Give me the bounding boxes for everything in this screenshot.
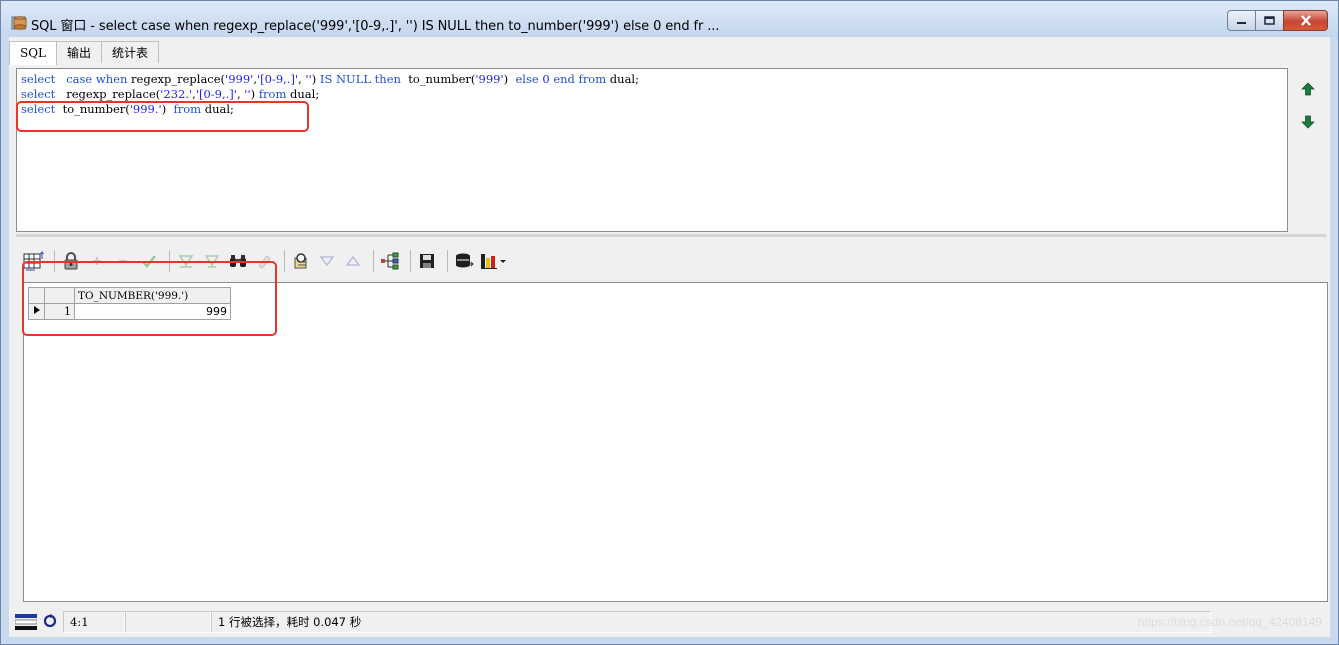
status-empty-cell (125, 611, 211, 633)
code-token: '[0-9,.]' (195, 87, 237, 101)
query-by-example-button[interactable] (290, 250, 312, 272)
cursor-position: 4:1 (63, 611, 125, 633)
tab-statistics[interactable]: 统计表 (101, 41, 160, 63)
floppy-disk-icon (420, 254, 434, 268)
status-message: 1 行被选择，耗时 0.047 秒 (211, 611, 1211, 633)
triangle-down-icon (319, 256, 335, 267)
code-token: when (95, 72, 128, 86)
tab-bar: SQL 输出 统计表 (9, 41, 160, 65)
code-token: regexp_replace( (127, 72, 226, 86)
code-token: '[0-9,.]' (256, 72, 299, 86)
code-token: else (515, 72, 539, 86)
sql-editor[interactable]: select case when regexp_replace('999','[… (16, 68, 1288, 232)
bar-chart-icon (481, 254, 506, 269)
code-token: ) (311, 72, 320, 86)
tree-icon (381, 252, 399, 270)
watermark: https://blog.csdn.net/qq_42408149 (1137, 615, 1322, 629)
code-token: select (21, 72, 56, 86)
code-token: '999' (475, 72, 504, 86)
code-token: regexp_replace( (55, 87, 161, 101)
editor-side-panel (1288, 68, 1328, 232)
maximize-icon (1264, 16, 1275, 25)
database-export-icon (456, 253, 474, 268)
highlight-sql-box (16, 101, 309, 132)
close-icon (1300, 15, 1311, 26)
code-token: to_number( (400, 72, 476, 86)
next-page-button[interactable] (316, 250, 338, 272)
previous-page-button[interactable] (342, 250, 364, 272)
window-list-icon[interactable] (15, 613, 37, 631)
query-icon (294, 253, 307, 269)
code-token: dual; (606, 72, 639, 86)
code-token: from (258, 87, 287, 101)
window-title: SQL 窗口 - select case when regexp_replace… (31, 19, 720, 34)
arrow-down-icon[interactable] (1300, 114, 1316, 130)
code-line[interactable]: select case when regexp_replace('999','[… (21, 72, 639, 87)
minimize-icon (1237, 21, 1246, 24)
title-bar[interactable]: SQL 窗口 - select case when regexp_replace… (1, 1, 1338, 37)
close-button[interactable] (1283, 10, 1328, 31)
save-button[interactable] (416, 250, 438, 272)
minimize-button[interactable] (1227, 10, 1256, 31)
database-window-icon (11, 16, 27, 30)
code-token: end from (553, 72, 607, 86)
code-token: ) (503, 72, 516, 86)
tree-view-button[interactable] (379, 250, 401, 272)
status-bar: 4:1 1 行被选择，耗时 0.047 秒 https://blog.csdn.… (9, 607, 1330, 635)
arrow-up-icon[interactable] (1300, 81, 1316, 97)
code-token: 0 (542, 72, 550, 86)
tab-output[interactable]: 输出 (56, 41, 103, 63)
triangle-up-icon (345, 255, 361, 266)
export-button[interactable] (453, 250, 475, 272)
code-token: dual; (286, 87, 320, 101)
window-controls (1227, 10, 1328, 31)
pane-splitter[interactable] (16, 234, 1326, 237)
code-token: select (21, 87, 56, 101)
tab-sql[interactable]: SQL (9, 41, 58, 65)
code-token: case (66, 72, 93, 86)
code-token: '999' (225, 72, 254, 86)
maximize-button[interactable] (1255, 10, 1284, 31)
code-token: ) (250, 87, 259, 101)
code-token: IS NULL then (319, 72, 401, 86)
sql-window: SQL 窗口 - select case when regexp_replace… (0, 0, 1339, 645)
chart-button[interactable] (479, 250, 509, 272)
code-line[interactable]: select regexp_replace('232.','[0-9,.]', … (21, 87, 639, 102)
highlight-result-box (22, 261, 277, 336)
code-token: '232.' (160, 87, 193, 101)
refresh-icon[interactable] (43, 614, 57, 628)
